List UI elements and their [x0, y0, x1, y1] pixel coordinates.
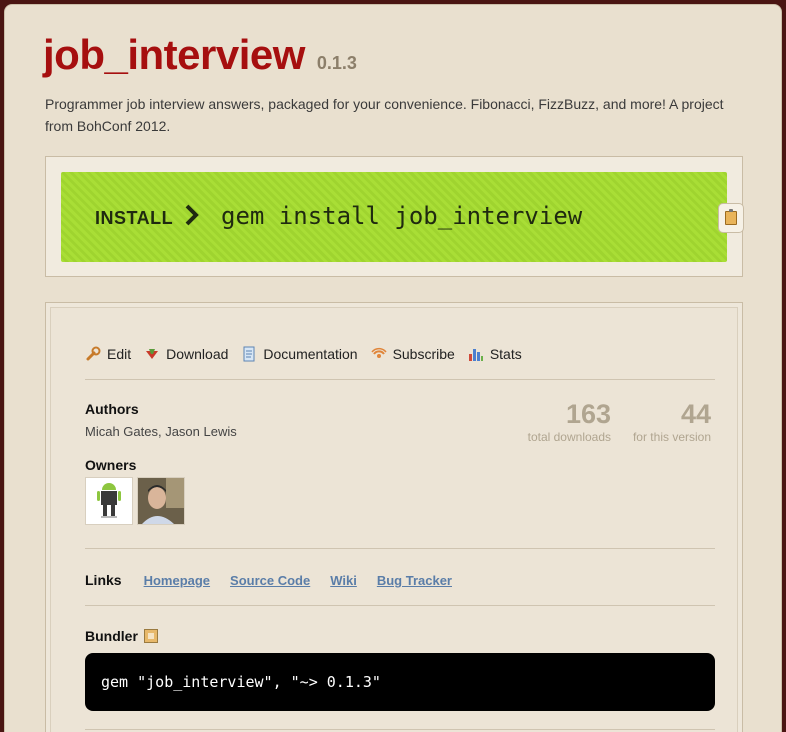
- subscribe-link[interactable]: Subscribe: [370, 346, 455, 362]
- download-label: Download: [166, 346, 229, 362]
- gem-version: 0.1.3: [316, 53, 357, 73]
- total-downloads-count: 163: [565, 399, 611, 429]
- documentation-link[interactable]: Documentation: [241, 346, 358, 362]
- chevron-right-icon: [185, 204, 199, 233]
- bug-tracker-link[interactable]: Bug Tracker: [377, 573, 452, 588]
- clipboard-icon: [725, 209, 737, 225]
- rss-icon: [370, 346, 387, 362]
- version-downloads-label: for this version: [632, 430, 711, 444]
- source-code-link[interactable]: Source Code: [230, 573, 310, 588]
- copy-bundler-icon[interactable]: [143, 629, 158, 643]
- action-bar: Edit Download Documentation Subscribe St…: [85, 346, 522, 362]
- document-icon: [241, 346, 257, 362]
- download-icon: [144, 346, 160, 362]
- owners-heading: Owners: [85, 457, 137, 473]
- divider: [85, 729, 715, 730]
- gem-details-inner: Edit Download Documentation Subscribe St…: [50, 307, 738, 732]
- bundler-heading-label: Bundler: [85, 628, 138, 644]
- gem-description: Programmer job interview answers, packag…: [45, 96, 724, 134]
- version-downloads-count: 44: [680, 399, 711, 429]
- total-downloads-label: total downloads: [527, 430, 611, 444]
- edit-label: Edit: [107, 346, 132, 362]
- wiki-link[interactable]: Wiki: [330, 573, 357, 588]
- divider: [85, 548, 715, 549]
- bar-chart-icon: [468, 346, 484, 362]
- copy-install-button[interactable]: [718, 203, 744, 233]
- install-label: INSTALL: [95, 208, 174, 228]
- install-box: INSTALL gem install job_interview: [45, 156, 744, 277]
- homepage-link[interactable]: Homepage: [144, 573, 210, 588]
- install-bar: INSTALL gem install job_interview: [61, 172, 727, 262]
- install-command[interactable]: gem install job_interview: [221, 202, 582, 230]
- authors-names: Micah Gates, Jason Lewis: [85, 424, 237, 439]
- stats-link[interactable]: Stats: [468, 346, 522, 362]
- gem-name: job_interview: [43, 31, 305, 78]
- links-row: Links Homepage Source Code Wiki Bug Trac…: [85, 572, 452, 588]
- divider: [85, 605, 715, 606]
- authors-heading: Authors: [85, 401, 139, 417]
- subscribe-label: Subscribe: [392, 346, 455, 362]
- download-link[interactable]: Download: [144, 346, 228, 362]
- wrench-icon: [85, 346, 101, 362]
- gem-details-box: Edit Download Documentation Subscribe St…: [45, 302, 743, 732]
- links-heading: Links: [85, 572, 122, 588]
- stats-label: Stats: [489, 346, 522, 362]
- title-row: job_interview 0.1.3: [43, 31, 357, 79]
- bundler-snippet[interactable]: gem "job_interview", "~> 0.1.3": [85, 653, 715, 711]
- owner-avatar-person[interactable]: [137, 477, 185, 525]
- documentation-label: Documentation: [263, 346, 358, 362]
- owner-avatar-android[interactable]: [85, 477, 133, 525]
- bundler-heading: Bundler: [85, 628, 158, 644]
- edit-link[interactable]: Edit: [85, 346, 131, 362]
- divider: [85, 379, 715, 380]
- gem-page: job_interview 0.1.3 Programmer job inter…: [4, 4, 782, 732]
